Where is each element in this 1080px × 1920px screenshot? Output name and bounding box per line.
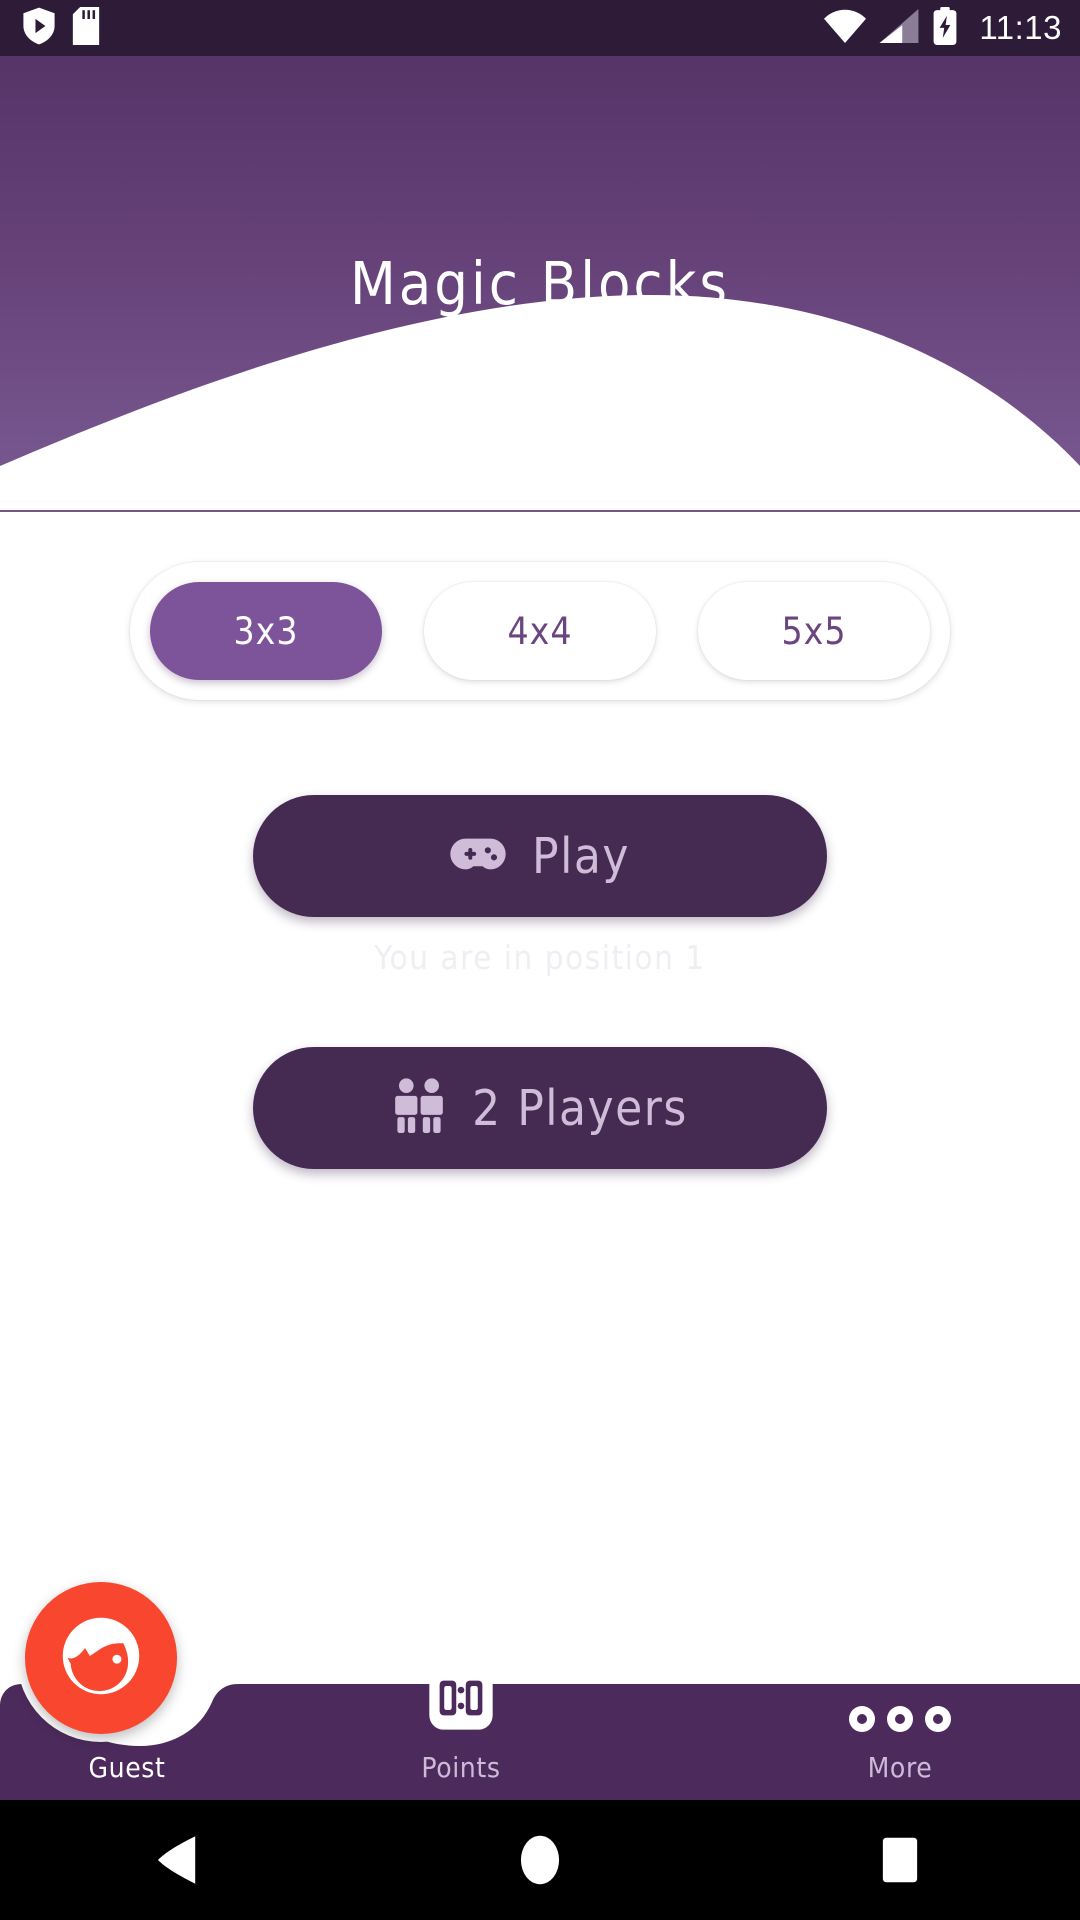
nav-item-points[interactable]: Points (306, 1660, 616, 1800)
board-size-option-3x3[interactable]: 3x3 (150, 582, 382, 680)
avatar-face-icon (58, 1613, 144, 1703)
nav-item-more[interactable]: More (750, 1698, 1050, 1800)
nav-item-points-label: Points (421, 1751, 501, 1784)
recents-square-icon[interactable] (800, 1800, 1000, 1920)
dot-3 (925, 1706, 951, 1732)
cell-signal-icon (879, 9, 919, 47)
play-button[interactable]: Play (253, 795, 827, 917)
two-people-icon (392, 1077, 446, 1139)
sd-card-icon (72, 7, 100, 49)
three-dots-icon (849, 1698, 951, 1740)
home-circle-icon[interactable] (440, 1800, 640, 1920)
board-size-option-4x4[interactable]: 4x4 (424, 582, 656, 680)
status-bar-right-icons: 11:13 (824, 7, 1062, 49)
status-bar: 11:13 (0, 0, 1080, 56)
nav-item-guest-label: Guest (88, 1751, 166, 1784)
queue-position-note: You are in position 1 (374, 938, 706, 977)
guest-avatar-button[interactable] (25, 1582, 177, 1734)
gamepad-icon (450, 834, 506, 878)
status-bar-left-icons (22, 7, 100, 49)
page-title: Magic Blocks (349, 249, 731, 318)
back-triangle-icon[interactable] (80, 1800, 280, 1920)
dot-1 (849, 1706, 875, 1732)
two-players-button-label: 2 Players (472, 1079, 688, 1137)
wifi-icon (824, 9, 867, 47)
nav-item-guest[interactable]: Guest (0, 1740, 254, 1800)
play-protect-icon (22, 7, 56, 49)
play-button-label: Play (532, 827, 630, 885)
board-size-option-5x5[interactable]: 5x5 (698, 582, 930, 680)
two-players-button[interactable]: 2 Players (253, 1047, 827, 1169)
header-divider (0, 510, 1080, 512)
dot-2 (887, 1706, 913, 1732)
battery-charging-icon (932, 7, 958, 49)
scoreboard-icon (423, 1660, 499, 1740)
app-screen: 11:13 Magic Blocks 3x3 4x4 5x5 Play You … (0, 0, 1080, 1920)
android-system-nav (0, 1800, 1080, 1920)
status-bar-clock: 11:13 (979, 9, 1062, 46)
board-size-selector: 3x3 4x4 5x5 (130, 562, 950, 700)
nav-item-more-label: More (867, 1751, 933, 1784)
